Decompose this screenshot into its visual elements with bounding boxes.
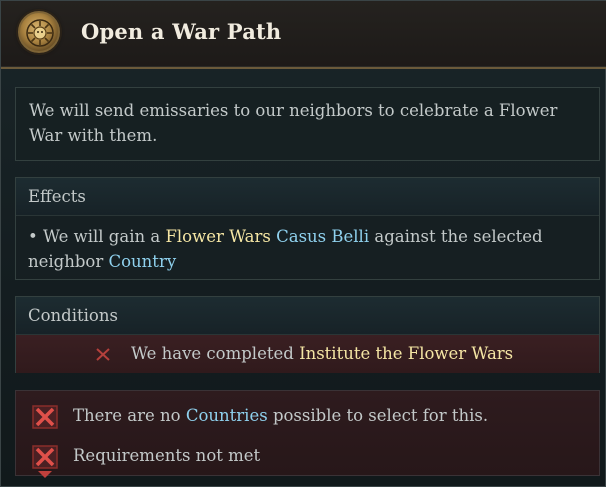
- failure-prefix: There are no: [73, 406, 181, 425]
- conditions-panel: Conditions We have completed Institute t…: [15, 296, 600, 373]
- failures-panel: There are no Countries possible to selec…: [15, 390, 600, 476]
- description-text: We will send emissaries to our neighbors…: [29, 101, 558, 145]
- condition-text: We have completed Institute the Flower W…: [131, 335, 513, 373]
- effect-text-1: We will gain a: [42, 227, 161, 246]
- red-x-box-icon: [32, 405, 58, 429]
- condition-row: We have completed Institute the Flower W…: [16, 335, 599, 373]
- effects-panel: Effects • We will gain a Flower Wars Cas…: [15, 177, 600, 280]
- effect-text-2: against the selected: [374, 227, 543, 246]
- institute-flower-wars-link[interactable]: Institute the Flower Wars: [299, 344, 513, 363]
- effects-heading: Effects: [16, 178, 599, 216]
- sun-emblem-icon: [18, 11, 60, 53]
- effect-text-3: neighbor: [28, 252, 104, 271]
- condition-prefix: We have completed: [131, 344, 294, 363]
- conditions-heading: Conditions: [16, 297, 599, 335]
- countries-link[interactable]: Countries: [186, 406, 268, 425]
- x-mark-icon: [96, 348, 110, 361]
- casus-belli-link[interactable]: Casus Belli: [276, 227, 369, 246]
- failure-text-2: Requirements not met: [73, 446, 261, 465]
- description-panel: We will send emissaries to our neighbors…: [15, 87, 600, 161]
- tooltip-window: Open a War Path We will send emissaries …: [0, 0, 606, 487]
- effects-body: • We will gain a Flower Wars Casus Belli…: [16, 216, 599, 282]
- tooltip-title: Open a War Path: [81, 19, 282, 44]
- country-link[interactable]: Country: [109, 252, 177, 271]
- down-arrow-icon: [38, 471, 52, 478]
- red-x-box-icon: [32, 445, 58, 469]
- tooltip-header: Open a War Path: [1, 1, 606, 69]
- flower-wars-link[interactable]: Flower Wars: [165, 227, 270, 246]
- failure-text-1: There are no Countries possible to selec…: [73, 401, 488, 431]
- failure-suffix: possible to select for this.: [272, 406, 489, 425]
- bullet: •: [28, 227, 38, 246]
